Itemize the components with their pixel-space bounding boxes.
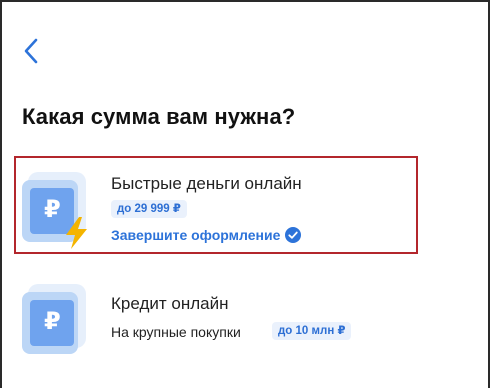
offer-card-credit-online[interactable]: ₽ Кредит онлайн На крупные покупки до 10… bbox=[14, 278, 418, 358]
window-frame-top bbox=[0, 0, 490, 2]
offer-subtitle: На крупные покупки bbox=[111, 324, 241, 340]
page-title: Какая сумма вам нужна? bbox=[22, 104, 296, 129]
complete-application-link[interactable]: Завершите оформление bbox=[111, 227, 302, 243]
offer-card-fast-money[interactable]: ₽ Быстрые деньги онлайн до 29 999 ₽ Заве… bbox=[14, 156, 418, 254]
window-frame-left bbox=[0, 0, 2, 388]
ruble-document-icon: ₽ bbox=[22, 282, 94, 354]
status-link-label: Завершите оформление bbox=[111, 227, 281, 243]
chevron-left-icon bbox=[24, 38, 38, 64]
offer-title: Быстрые деньги онлайн bbox=[111, 174, 302, 193]
ruble-document-lightning-icon: ₽ bbox=[22, 170, 94, 249]
limit-badge: до 10 млн ₽ bbox=[272, 322, 352, 340]
offer-title: Кредит онлайн bbox=[111, 294, 229, 313]
lightning-icon bbox=[66, 217, 87, 249]
check-circle-icon bbox=[285, 227, 302, 243]
limit-badge: до 29 999 ₽ bbox=[111, 200, 187, 218]
back-button[interactable] bbox=[20, 36, 44, 66]
